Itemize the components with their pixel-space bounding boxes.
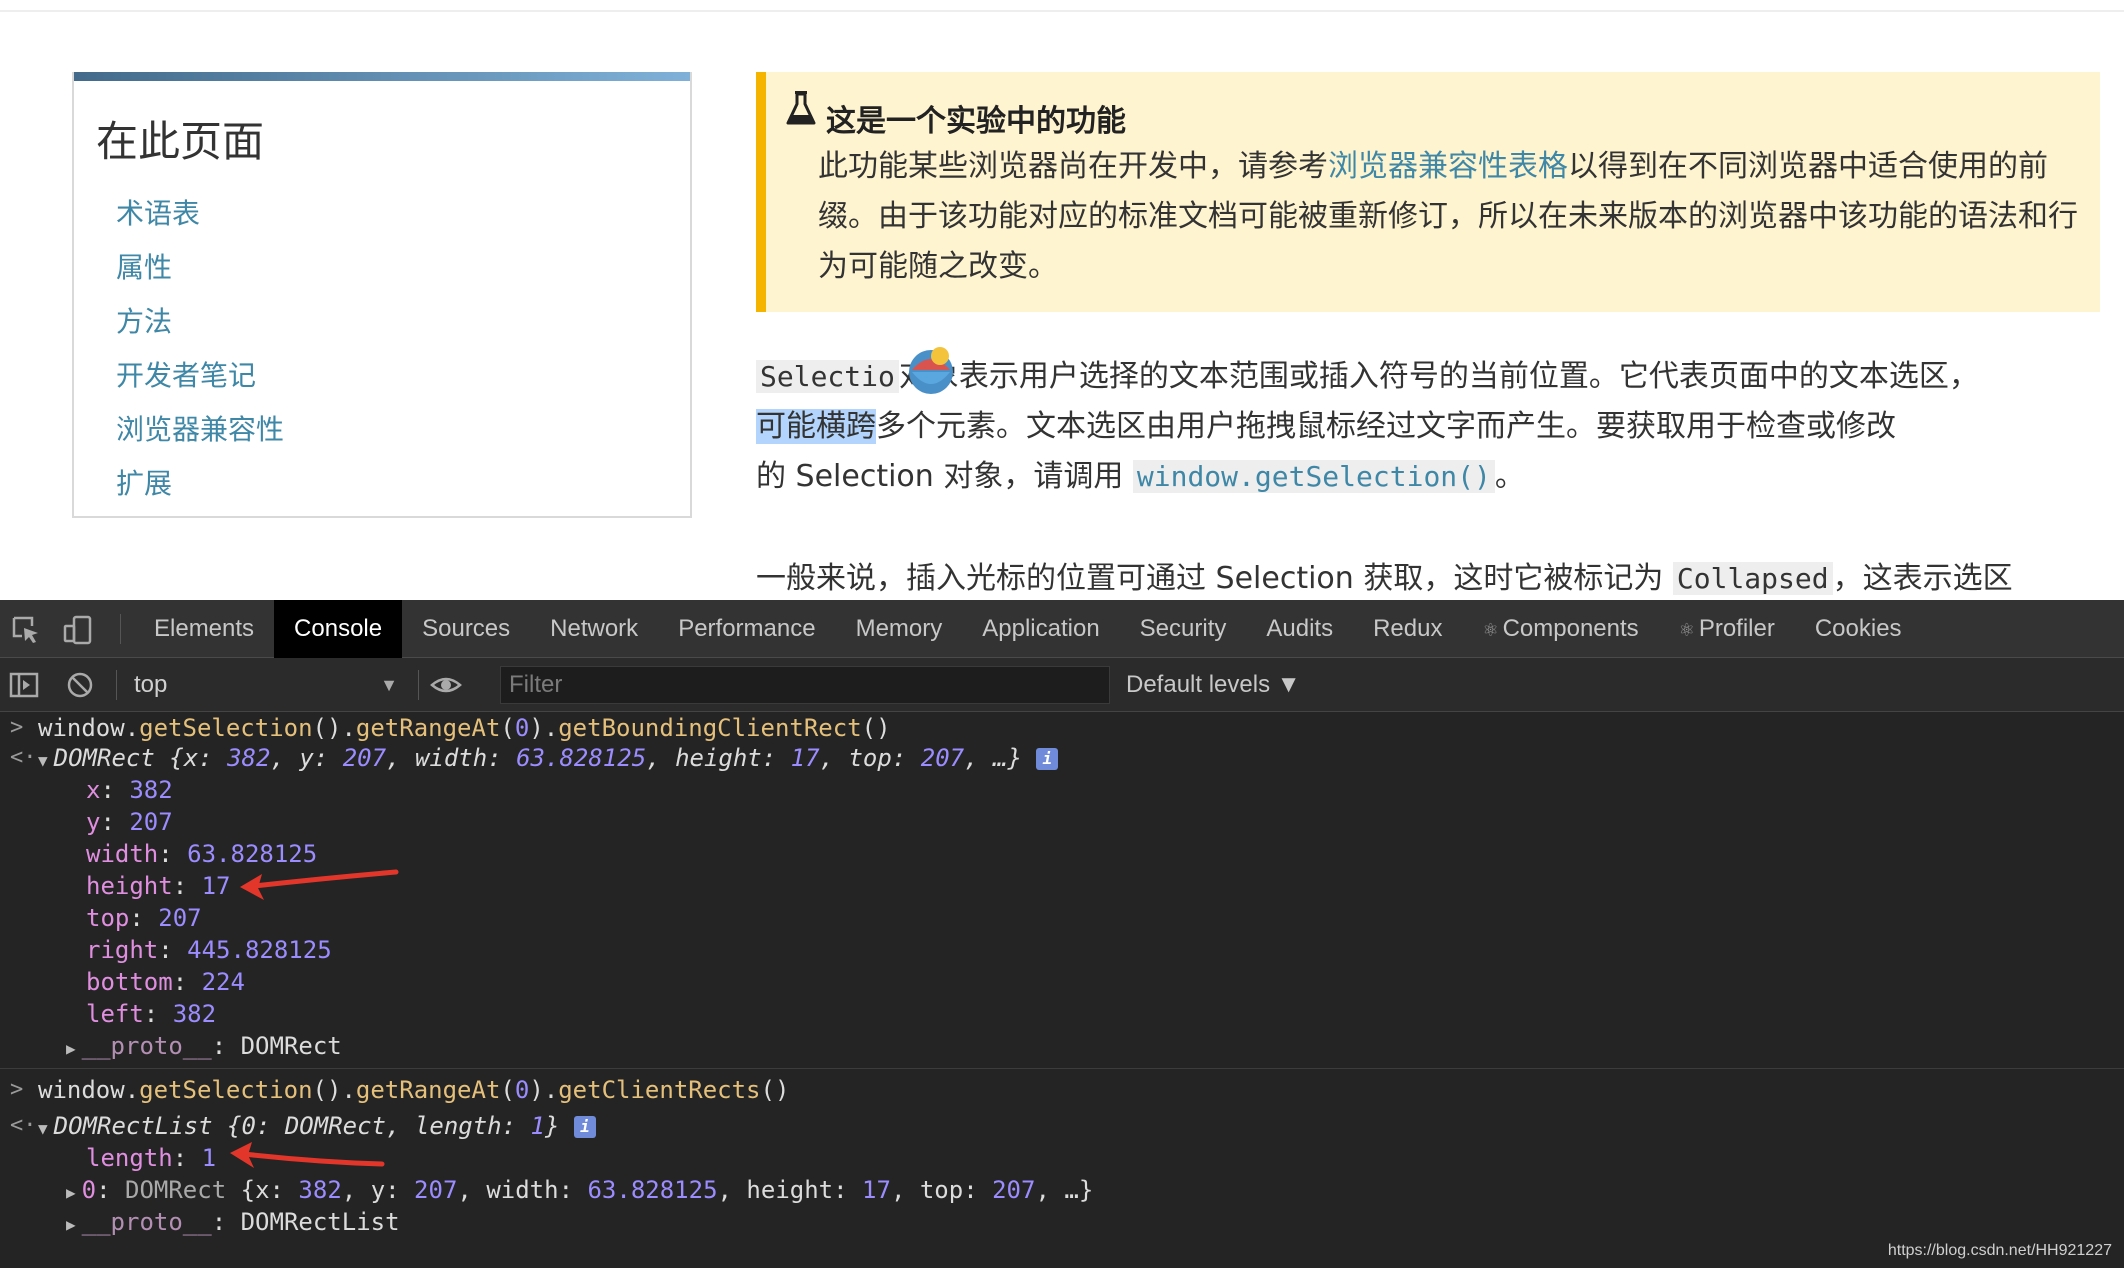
watermark: https://blog.csdn.net/HH921227	[1887, 1242, 2112, 1259]
inspect-element-icon[interactable]	[10, 614, 42, 646]
devtools-tabbar: Elements Console Sources Network Perform…	[0, 600, 2124, 658]
toolbar-separator	[418, 670, 419, 700]
intro-text-4: 。	[1494, 459, 1525, 494]
devtools-tabs: Elements Console Sources Network Perform…	[134, 600, 1922, 658]
tabbar-separator	[120, 614, 121, 644]
toc-link-glossary[interactable]: 术语表	[116, 187, 284, 241]
info-icon[interactable]: i	[1036, 748, 1059, 770]
collapse-triangle-icon[interactable]: ▶	[66, 1183, 76, 1202]
expand-triangle-icon[interactable]: ▼	[38, 1119, 48, 1138]
result-prompt-icon: <·	[10, 745, 37, 770]
context-select[interactable]: top ▼	[134, 668, 398, 702]
collapsed-code: Collapsed	[1672, 562, 1833, 595]
notice-body: 此功能某些浏览器尚在开发中，请参考浏览器兼容性表格以得到在不同浏览器中适合使用的…	[818, 142, 2078, 292]
prop-proto[interactable]: ▶ __proto__: DOMRect	[66, 1030, 342, 1062]
tab-audits[interactable]: Audits	[1246, 600, 1353, 658]
tab-console[interactable]: Console	[274, 600, 403, 658]
collapse-triangle-icon[interactable]: ▶	[66, 1215, 76, 1234]
result-summary[interactable]: ▼ DOMRect {x: 382, y: 207, width: 63.8281…	[38, 742, 1059, 777]
device-toolbar-icon[interactable]	[62, 614, 94, 646]
compat-table-link[interactable]: 浏览器兼容性表格	[1328, 149, 1568, 184]
selected-text: 可能横跨	[756, 409, 876, 444]
toc-accent-bar	[74, 72, 690, 81]
prop-right: right: 445.828125	[86, 936, 332, 964]
sidebar-toggle-icon[interactable]	[8, 669, 40, 701]
translate-bubble-icon[interactable]	[904, 342, 958, 396]
filter-input[interactable]: Filter	[500, 666, 1110, 704]
prop-left: left: 382	[86, 1000, 217, 1028]
console-divider	[0, 1068, 2124, 1069]
toc-link-dev-notes[interactable]: 开发者笔记	[116, 349, 284, 403]
devtools-panel: Elements Console Sources Network Perform…	[0, 600, 2124, 1268]
toolbar-separator	[116, 670, 117, 700]
intro-text-3: 的 Selection 对象，请调用	[756, 459, 1133, 494]
tab-application[interactable]: Application	[962, 600, 1119, 658]
input-prompt-icon: >	[10, 715, 24, 740]
log-levels-dropdown[interactable]: Default levels ▼	[1126, 668, 1301, 702]
command-text[interactable]: window.getSelection().getRangeAt(0).getB…	[38, 712, 891, 744]
notice-text-before: 此功能某些浏览器尚在开发中，请参考	[818, 149, 1328, 184]
tab-performance[interactable]: Performance	[658, 600, 835, 658]
toc-link-properties[interactable]: 属性	[116, 241, 284, 295]
prop-height: height: 17	[86, 872, 231, 900]
annotation-arrow-icon	[240, 869, 399, 900]
react-atom-icon: ⚛	[1678, 620, 1695, 640]
tab-redux[interactable]: Redux	[1353, 600, 1462, 658]
info-icon[interactable]: i	[573, 1116, 596, 1138]
prop-top: top: 207	[86, 904, 202, 932]
clear-console-icon[interactable]	[64, 669, 96, 701]
tab-cookies[interactable]: Cookies	[1795, 600, 1922, 658]
toc-panel: 在此页面 术语表 属性 方法 开发者笔记 浏览器兼容性 扩展	[72, 72, 692, 518]
tab-profiler[interactable]: ⚛ Profiler	[1659, 600, 1795, 658]
para2-text-2: ，这表示选区	[1832, 561, 2013, 596]
eye-icon[interactable]	[430, 669, 462, 701]
notice-title: 这是一个实验中的功能	[826, 104, 1126, 139]
intro-paragraph: Selectio 对象表示用户选择的文本范围或插入符号的当前位置。它代表页面中的文…	[756, 352, 2116, 502]
dropdown-arrow-icon: ▼	[380, 675, 398, 695]
result-prompt-icon: <·	[10, 1113, 37, 1138]
intro-text-1: 对象表示用户选择的文本范围或插入符号的当前位置。它代表页面中的文本选区，	[898, 359, 1979, 394]
web-page: 在此页面 术语表 属性 方法 开发者笔记 浏览器兼容性 扩展 这是一个实验中的功…	[0, 0, 2124, 600]
prop-x: x: 382	[86, 776, 173, 804]
selection-code: Selectio	[756, 360, 899, 393]
input-prompt-icon: >	[10, 1077, 24, 1102]
experimental-notice: 这是一个实验中的功能 此功能某些浏览器尚在开发中，请参考浏览器兼容性表格以得到在…	[756, 72, 2100, 312]
prop-item-0[interactable]: ▶ 0: DOMRect {x: 382, y: 207, width: 63.8…	[66, 1174, 1093, 1206]
annotation-arrow-icon	[230, 1142, 385, 1168]
expand-triangle-icon[interactable]: ▼	[38, 751, 48, 770]
second-paragraph: 一般来说，插入光标的位置可通过 Selection 获取，这时它被标记为 Col…	[756, 554, 2116, 600]
prop-length: length: 1	[86, 1144, 217, 1172]
tab-security[interactable]: Security	[1120, 600, 1247, 658]
context-value: top	[134, 671, 168, 698]
prop-proto[interactable]: ▶ __proto__: DOMRectList	[66, 1206, 400, 1238]
toc-link-methods[interactable]: 方法	[116, 295, 284, 349]
para2-text-1: 一般来说，插入光标的位置可通过 Selection 获取，这时它被标记为	[756, 561, 1673, 596]
tab-components[interactable]: ⚛ Components	[1462, 600, 1658, 658]
console-output: > window.getSelection().getRangeAt(0).ge…	[0, 712, 2124, 1268]
tab-sources[interactable]: Sources	[402, 600, 530, 658]
collapse-triangle-icon[interactable]: ▶	[66, 1039, 76, 1058]
tab-network[interactable]: Network	[530, 600, 658, 658]
command-text[interactable]: window.getSelection().getRangeAt(0).getC…	[38, 1074, 789, 1106]
intro-text-2: 多个元素。文本选区由用户拖拽鼠标经过文字而产生。要获取用于检查或修改	[876, 409, 1896, 444]
tab-elements[interactable]: Elements	[134, 600, 274, 658]
toc-title: 在此页面	[96, 117, 265, 166]
tab-memory[interactable]: Memory	[836, 600, 963, 658]
react-atom-icon: ⚛	[1482, 620, 1499, 640]
tab-profiler-label: Profiler	[1698, 615, 1775, 642]
flask-icon	[786, 91, 816, 125]
console-toolbar: top ▼ Filter Default levels ▼	[0, 658, 2124, 712]
tab-components-label: Components	[1502, 615, 1639, 642]
toc-list: 术语表 属性 方法 开发者笔记 浏览器兼容性 扩展	[116, 187, 284, 511]
prop-y: y: 207	[86, 808, 173, 836]
toc-link-extensions[interactable]: 扩展	[116, 457, 284, 511]
prop-bottom: bottom: 224	[86, 968, 245, 996]
top-divider	[0, 10, 2124, 12]
toc-link-compat[interactable]: 浏览器兼容性	[116, 403, 284, 457]
get-selection-link[interactable]: window.getSelection()	[1132, 460, 1495, 493]
